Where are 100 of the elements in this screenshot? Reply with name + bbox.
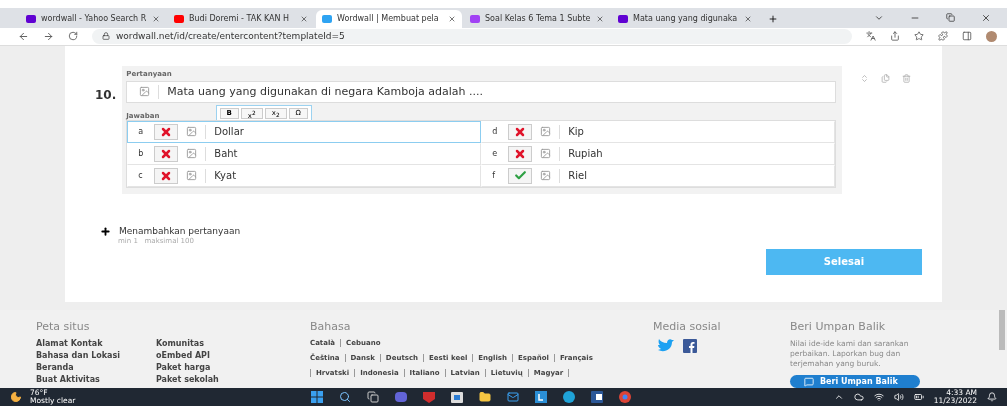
image-icon[interactable]	[139, 86, 151, 98]
cross-icon	[160, 169, 173, 182]
shield-icon[interactable]	[423, 391, 436, 403]
facebook-icon[interactable]	[683, 339, 697, 354]
add-question-link[interactable]: Menambahkan pertanyaan	[119, 226, 241, 237]
moon-icon	[10, 391, 22, 403]
image-icon[interactable]	[540, 170, 552, 182]
browser-tab[interactable]: Budi Doremi - TAK KAN H	[168, 10, 314, 28]
chevron-down-icon[interactable]	[874, 13, 884, 23]
tab-title: Wordwall | Membuat pela	[337, 14, 440, 24]
new-tab-icon[interactable]	[768, 14, 778, 24]
extensions-icon[interactable]	[938, 31, 948, 42]
correct-toggle[interactable]	[154, 145, 179, 162]
close-icon[interactable]	[152, 15, 160, 23]
answer-field[interactable]: d Kip	[481, 120, 836, 143]
reload-icon[interactable]	[68, 31, 78, 42]
footer-link[interactable]: oEmbed API	[155, 351, 219, 362]
correct-toggle[interactable]	[508, 123, 533, 140]
restore-icon[interactable]	[946, 13, 955, 23]
scrollbar-thumb[interactable]	[999, 310, 1005, 351]
image-icon[interactable]	[186, 148, 198, 160]
answer-field[interactable]: a Dollar	[127, 120, 482, 143]
footer-heading: Bahasa	[310, 320, 352, 334]
footer-link[interactable]: Paket harga	[155, 363, 219, 374]
notification-icon[interactable]	[987, 392, 997, 402]
close-icon[interactable]	[744, 15, 752, 23]
answer-letter: f	[492, 171, 497, 181]
close-icon[interactable]	[300, 15, 308, 23]
answer-text: Kip	[568, 126, 584, 138]
task-view-icon[interactable]	[367, 391, 380, 403]
forward-icon[interactable]	[43, 30, 54, 42]
close-icon[interactable]	[596, 15, 604, 23]
cross-icon	[160, 125, 173, 138]
side-panel-icon[interactable]	[962, 31, 972, 42]
close-icon[interactable]	[981, 13, 991, 23]
browser-icon[interactable]	[619, 391, 632, 403]
question-number: 10.	[95, 87, 117, 102]
star-icon[interactable]	[914, 31, 924, 42]
tab-title: Soal Kelas 6 Tema 1 Subte	[485, 14, 591, 24]
start-icon[interactable]	[311, 391, 324, 403]
answer-field[interactable]: e Rupiah	[481, 142, 836, 165]
chat-icon[interactable]	[395, 392, 408, 402]
correct-toggle[interactable]	[154, 167, 179, 184]
wifi-icon[interactable]	[873, 392, 884, 402]
footer-link[interactable]: Buat Aktivitas	[36, 375, 120, 386]
browser-tab[interactable]: Soal Kelas 6 Tema 1 Subte	[464, 10, 610, 28]
answer-text: Rupiah	[568, 148, 603, 160]
footer-heading: Beri Umpan Balik	[790, 320, 887, 334]
answer-text: Riel	[568, 170, 587, 182]
answer-field[interactable]: b Baht	[127, 142, 482, 165]
address-field[interactable]: wordwall.net/id/create/entercontent?templateId=5	[92, 28, 852, 44]
avatar-icon[interactable]	[986, 30, 997, 42]
footer-heading: Media sosial	[653, 320, 722, 334]
twitter-bird-icon[interactable]	[657, 339, 675, 354]
document-app-icon[interactable]	[591, 391, 604, 403]
chevron-up-icon[interactable]	[833, 392, 844, 402]
answer-letter: b	[138, 149, 145, 159]
feedback-button[interactable]: Beri Umpan Balik	[790, 375, 920, 389]
footer-link[interactable]: Bahasa dan Lokasi	[36, 351, 120, 362]
mail-icon[interactable]	[507, 391, 520, 403]
image-icon[interactable]	[186, 170, 198, 182]
cross-icon	[160, 147, 173, 160]
answer-field[interactable]: c Kyat	[127, 164, 482, 187]
footer-link[interactable]: Alamat Kontak	[36, 339, 120, 350]
image-icon[interactable]	[540, 126, 552, 138]
browser-tab[interactable]: wordwall - Yahoo Search R	[20, 10, 166, 28]
answer-field[interactable]: f Riel	[481, 164, 836, 187]
question-field[interactable]: Mata uang yang digunakan di negara Kamboja adalah ....	[126, 80, 837, 103]
image-icon[interactable]	[540, 148, 552, 160]
tab-title: wordwall - Yahoo Search R	[41, 14, 147, 24]
correct-toggle[interactable]	[508, 167, 533, 184]
browser-tab[interactable]: Mata uang yang digunaka	[612, 10, 758, 28]
plus-icon[interactable]	[100, 225, 111, 237]
search-icon[interactable]	[339, 391, 352, 403]
message-icon	[804, 376, 814, 387]
footer-link[interactable]: Komunitas	[155, 339, 219, 350]
browser-tab[interactable]: Wordwall | Membuat pela	[316, 10, 462, 28]
image-icon[interactable]	[186, 126, 198, 138]
cross-icon	[514, 125, 527, 138]
share-icon[interactable]	[890, 31, 900, 42]
folder-icon[interactable]	[479, 391, 492, 403]
answer-text: Dollar	[214, 126, 244, 138]
answer-letter: e	[492, 149, 499, 159]
app-icon[interactable]	[535, 391, 548, 403]
cloud-icon[interactable]	[853, 392, 864, 402]
close-icon[interactable]	[448, 15, 456, 23]
question-text: Mata uang yang digunakan di negara Kamboja adalah ....	[167, 85, 483, 99]
correct-toggle[interactable]	[154, 123, 179, 140]
footer-link[interactable]: Beranda	[36, 363, 120, 374]
store-icon[interactable]	[451, 391, 464, 403]
battery-icon[interactable]	[913, 392, 924, 402]
speaker-icon[interactable]	[893, 392, 904, 402]
back-icon[interactable]	[18, 30, 29, 42]
correct-toggle[interactable]	[508, 145, 533, 162]
footer-heading: Peta situs	[36, 320, 91, 334]
footer-link[interactable]: Paket sekolah	[155, 375, 219, 386]
translate-icon[interactable]	[866, 31, 876, 42]
answer-letter: c	[138, 171, 144, 181]
browser-icon[interactable]	[563, 391, 576, 403]
answer-text: Kyat	[214, 170, 237, 182]
